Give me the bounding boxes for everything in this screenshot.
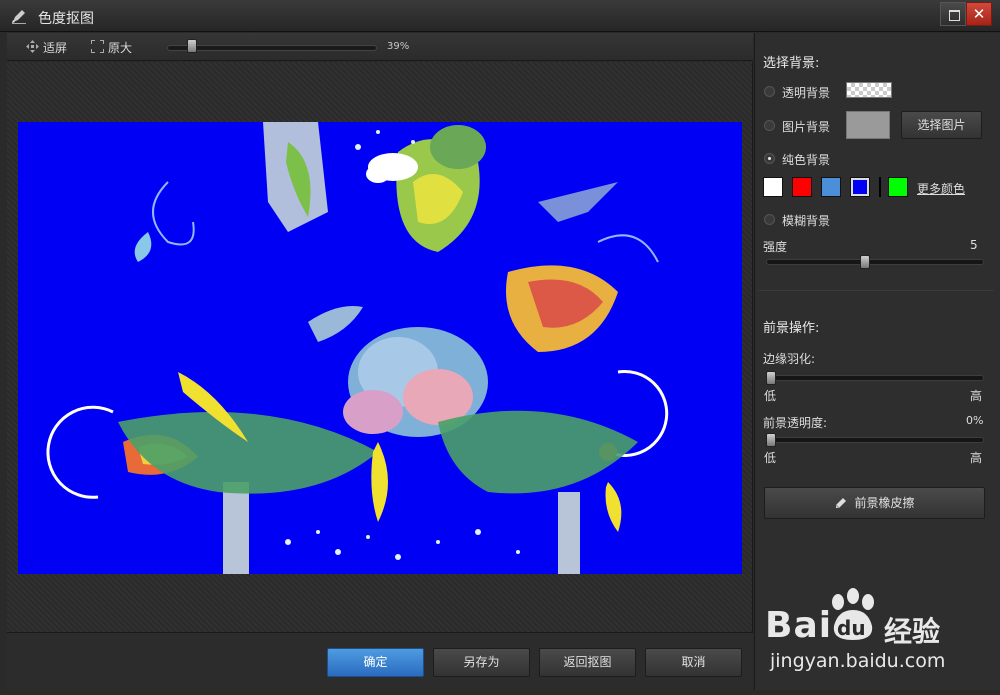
feather-label: 边缘羽化:: [763, 352, 816, 366]
save-as-button[interactable]: 另存为: [433, 648, 530, 677]
opacity-slider-thumb[interactable]: [766, 433, 776, 447]
strength-label: 强度: [763, 240, 788, 254]
opacity-value: 0%: [966, 414, 984, 427]
color-swatch-light-blue[interactable]: [821, 177, 841, 197]
feather-low-label: 低: [764, 389, 777, 403]
opacity-slider[interactable]: [766, 437, 984, 443]
fit-screen-button[interactable]: 适屏: [43, 39, 67, 56]
original-size-icon: [91, 40, 104, 53]
fit-screen-icon: [26, 40, 39, 53]
color-swatch-white[interactable]: [763, 177, 783, 197]
title-bar: 色度抠图 ✕: [0, 0, 1000, 32]
pen-icon: [12, 10, 26, 24]
zoom-value: 39%: [387, 41, 410, 52]
window-title: 色度抠图: [38, 11, 94, 27]
color-swatch-blue[interactable]: [850, 177, 870, 197]
choose-image-button[interactable]: 选择图片: [901, 111, 982, 139]
panel-divider: [758, 290, 994, 291]
foreground-eraser-label: 前景橡皮擦: [854, 496, 915, 510]
color-swatch-divider: [879, 177, 881, 197]
view-toolbar: 适屏 原大 39%: [7, 33, 753, 61]
eraser-icon: [836, 498, 847, 509]
watermark-cn: 经验: [884, 615, 941, 648]
image-preview-box: [846, 111, 890, 139]
back-to-cutout-button[interactable]: 返回抠图: [539, 648, 636, 677]
cancel-button[interactable]: 取消: [645, 648, 742, 677]
strength-value: 5: [970, 238, 978, 252]
transparent-background-label[interactable]: 透明背景: [782, 84, 830, 101]
maximize-button[interactable]: [940, 2, 966, 26]
strength-slider[interactable]: [766, 259, 984, 265]
preview-image[interactable]: [18, 122, 742, 574]
strength-slider-thumb[interactable]: [859, 255, 870, 269]
background-heading: 选择背景:: [763, 56, 820, 71]
original-size-button[interactable]: 原大: [108, 39, 132, 56]
feather-slider-thumb[interactable]: [766, 371, 776, 385]
feather-slider[interactable]: [766, 375, 984, 381]
floral-illustration: [18, 122, 742, 574]
image-background-radio[interactable]: [764, 120, 775, 131]
blur-background-label[interactable]: 模糊背景: [782, 212, 830, 229]
feather-high-label: 高: [970, 389, 983, 403]
opacity-label: 前景透明度:: [763, 416, 828, 430]
ok-button[interactable]: 确定: [327, 648, 424, 677]
watermark-brand: Bai: [765, 605, 833, 646]
foreground-eraser-button[interactable]: 前景橡皮擦: [764, 487, 985, 519]
opacity-high-label: 高: [970, 451, 983, 465]
image-background-label[interactable]: 图片背景: [782, 118, 830, 135]
more-colors-link[interactable]: 更多颜色: [917, 180, 965, 197]
transparent-preview-swatch: [846, 82, 892, 98]
transparent-background-radio[interactable]: [764, 86, 775, 97]
zoom-slider-thumb[interactable]: [187, 39, 197, 53]
color-swatch-red[interactable]: [792, 177, 812, 197]
zoom-slider[interactable]: [167, 45, 377, 51]
solid-background-radio[interactable]: [764, 153, 775, 164]
opacity-low-label: 低: [764, 451, 777, 465]
blur-background-radio[interactable]: [764, 214, 775, 225]
canvas-area: [7, 62, 753, 632]
watermark-paw-text: du: [837, 616, 866, 640]
color-swatch-green[interactable]: [888, 177, 908, 197]
solid-background-label[interactable]: 纯色背景: [782, 151, 830, 168]
foreground-heading: 前景操作:: [763, 321, 820, 336]
close-icon: ✕: [972, 5, 986, 23]
close-button[interactable]: ✕: [966, 2, 992, 26]
watermark-url: jingyan.baidu.com: [770, 650, 946, 672]
